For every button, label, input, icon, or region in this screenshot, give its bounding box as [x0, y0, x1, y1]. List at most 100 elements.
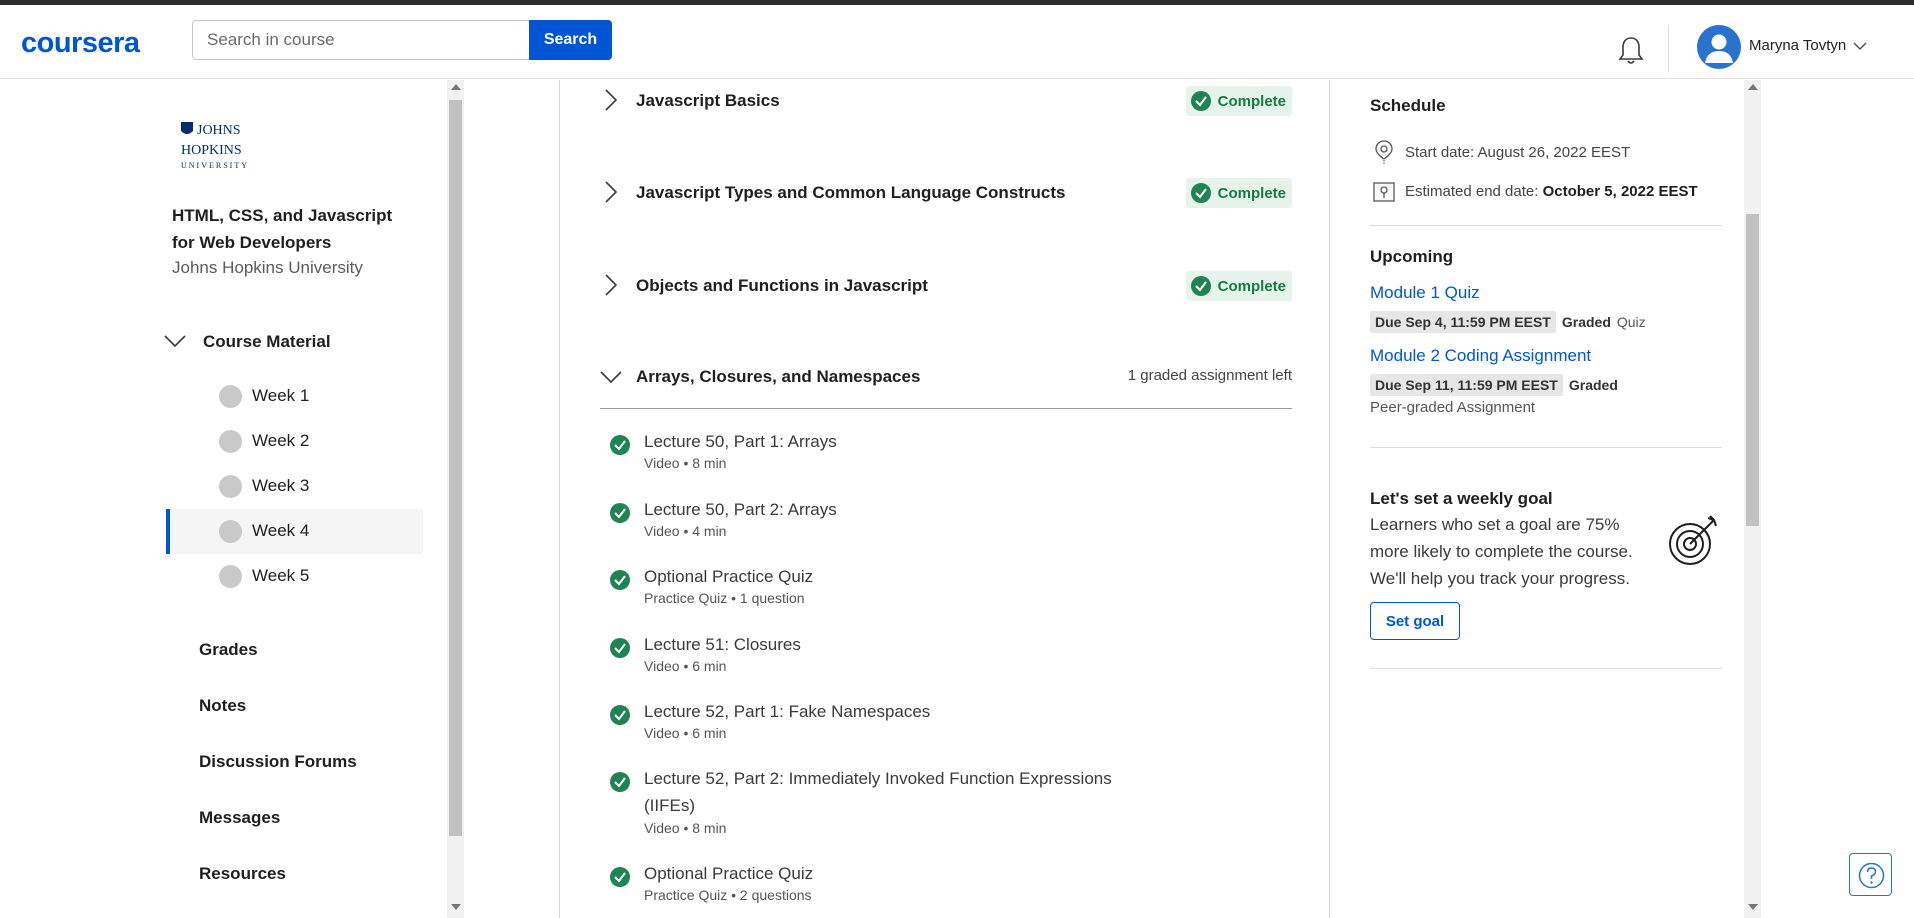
upcoming-link-module-2-coding[interactable]: Module 2 Coding Assignment — [1370, 346, 1591, 366]
item-meta: Video • 8 min — [644, 455, 727, 471]
item-meta: Practice Quiz • 2 questions — [644, 887, 812, 903]
module-divider — [600, 408, 1292, 409]
search-button[interactable]: Search — [529, 20, 612, 60]
finish-flag-icon — [1373, 182, 1395, 202]
chevron-down-icon — [164, 335, 186, 348]
sidebar-item-messages[interactable]: Messages — [199, 808, 280, 828]
divider — [1370, 447, 1722, 448]
course-material-toggle[interactable]: Course Material — [164, 330, 424, 360]
main-border-right — [1329, 80, 1330, 918]
question-mark-icon — [1858, 862, 1885, 889]
check-circle-icon — [610, 772, 630, 792]
course-sidebar: JOHNS HOPKINS UNIVERSITY HTML, CSS, and … — [0, 80, 447, 918]
course-title: HTML, CSS, and Javascript for Web Develo… — [172, 206, 393, 252]
check-circle-icon — [1190, 91, 1211, 111]
search-input[interactable] — [192, 20, 529, 60]
course-material-label: Course Material — [203, 332, 331, 351]
item-meta: Practice Quiz • 1 question — [644, 590, 805, 606]
sidebar-item-week-4[interactable]: Week 4 — [166, 509, 423, 554]
set-goal-button[interactable]: Set goal — [1370, 602, 1460, 640]
module-arrays-closures[interactable]: Arrays, Closures, and Namespaces 1 grade… — [600, 358, 1292, 398]
chevron-down-icon[interactable] — [1853, 41, 1867, 51]
check-circle-icon — [1190, 276, 1211, 296]
scroll-down-arrow-icon[interactable] — [451, 904, 461, 910]
progress-dot-icon — [219, 475, 242, 498]
module-objects-functions[interactable]: Objects and Functions in Javascript Comp… — [600, 267, 1292, 307]
weekly-goal-text: Learners who set a goal are 75% more lik… — [1370, 515, 1633, 588]
item-meta: Video • 4 min — [644, 523, 727, 539]
badge-label: Complete — [1217, 277, 1286, 295]
sidebar-item-week-2[interactable]: Week 2 — [166, 419, 423, 464]
due-date-badge: Due Sep 11, 11:59 PM EEST — [1370, 374, 1563, 396]
schedule-title: Schedule — [1370, 96, 1446, 115]
chevron-right-icon — [605, 181, 618, 203]
header-divider — [1668, 25, 1669, 73]
module-title: Objects and Functions in Javascript — [636, 276, 928, 295]
coursera-logo[interactable]: coursera — [21, 27, 140, 60]
divider — [1370, 225, 1722, 226]
module-javascript-basics[interactable]: Javascript Basics Complete — [600, 82, 1292, 122]
logo-line-1: JOHNS — [197, 123, 241, 138]
item-title: Lecture 50, Part 1: Arrays — [644, 432, 837, 451]
progress-dot-icon — [219, 430, 242, 453]
item-title: Lecture 50, Part 2: Arrays — [644, 500, 837, 519]
sidebar-item-week-1[interactable]: Week 1 — [166, 374, 423, 419]
assignment-type: Peer-graded Assignment — [1370, 399, 1536, 416]
sidebar-item-grades[interactable]: Grades — [199, 640, 258, 660]
week-label: Week 4 — [252, 521, 310, 540]
item-meta: Video • 6 min — [644, 658, 727, 674]
weekly-goal-title: Let's set a weekly goal — [1370, 489, 1553, 508]
scroll-up-arrow-icon[interactable] — [1748, 84, 1758, 90]
divider — [1370, 668, 1722, 669]
scrollbar-thumb[interactable] — [1746, 214, 1759, 526]
sidebar-item-resources[interactable]: Resources — [199, 864, 286, 884]
start-date: Start date: August 26, 2022 EEST — [1405, 144, 1631, 161]
user-silhouette-icon — [1705, 34, 1733, 63]
week-label: Week 1 — [252, 386, 310, 405]
sidebar-item-week-3[interactable]: Week 3 — [166, 464, 423, 509]
item-title: Lecture 52, Part 2: Immediately Invoked … — [644, 769, 1112, 815]
week-label: Week 2 — [252, 431, 310, 450]
sidebar-item-notes[interactable]: Notes — [199, 696, 246, 716]
jhu-logo[interactable]: JOHNS HOPKINS UNIVERSITY — [178, 120, 268, 176]
badge-label: Complete — [1217, 92, 1286, 110]
logo-line-2: HOPKINS — [181, 143, 242, 158]
bell-icon[interactable] — [1617, 35, 1645, 67]
week-label: Week 5 — [252, 566, 310, 585]
scroll-down-arrow-icon[interactable] — [1748, 904, 1758, 910]
chevron-right-icon — [605, 89, 618, 111]
sidebar-item-week-5[interactable]: Week 5 — [166, 554, 423, 599]
complete-badge: Complete — [1185, 86, 1292, 116]
end-date-label: Estimated end date: — [1405, 183, 1543, 200]
scroll-up-arrow-icon[interactable] — [451, 84, 461, 90]
check-circle-icon — [610, 867, 630, 887]
course-university: Johns Hopkins University — [172, 258, 363, 277]
scrollbar-thumb[interactable] — [449, 100, 462, 836]
graded-label: Graded — [1568, 377, 1618, 393]
graded-label: Graded — [1561, 314, 1611, 330]
module-javascript-types[interactable]: Javascript Types and Common Language Con… — [600, 174, 1292, 214]
due-date-badge: Due Sep 4, 11:59 PM EEST — [1370, 311, 1556, 333]
check-circle-icon — [610, 503, 630, 523]
assignment-type: Quiz — [1616, 314, 1646, 330]
item-meta: Video • 8 min — [644, 820, 727, 836]
upcoming-link-module-1-quiz[interactable]: Module 1 Quiz — [1370, 283, 1480, 303]
avatar[interactable] — [1697, 25, 1741, 69]
progress-dot-icon — [219, 520, 242, 543]
end-date: Estimated end date: October 5, 2022 EEST — [1405, 183, 1698, 200]
sidebar-scrollbar[interactable] — [447, 80, 464, 918]
sidebar-item-discussion-forums[interactable]: Discussion Forums — [199, 752, 357, 772]
upcoming-title: Upcoming — [1370, 247, 1454, 266]
complete-badge: Complete — [1185, 271, 1292, 301]
check-circle-icon — [610, 638, 630, 658]
chevron-right-icon — [605, 274, 618, 296]
main-scrollbar[interactable] — [1744, 80, 1761, 918]
user-name[interactable]: Maryna Tovtyn — [1749, 37, 1846, 54]
help-button[interactable] — [1849, 853, 1892, 896]
end-date-value: October 5, 2022 EEST — [1542, 183, 1698, 200]
top-header: coursera Search Maryna Tovtyn — [0, 5, 1914, 79]
due-row: Due Sep 11, 11:59 PM EEST Graded — [1370, 374, 1618, 396]
logo-line-3: UNIVERSITY — [181, 161, 249, 170]
check-circle-icon — [610, 435, 630, 455]
module-title: Javascript Types and Common Language Con… — [636, 183, 1066, 202]
